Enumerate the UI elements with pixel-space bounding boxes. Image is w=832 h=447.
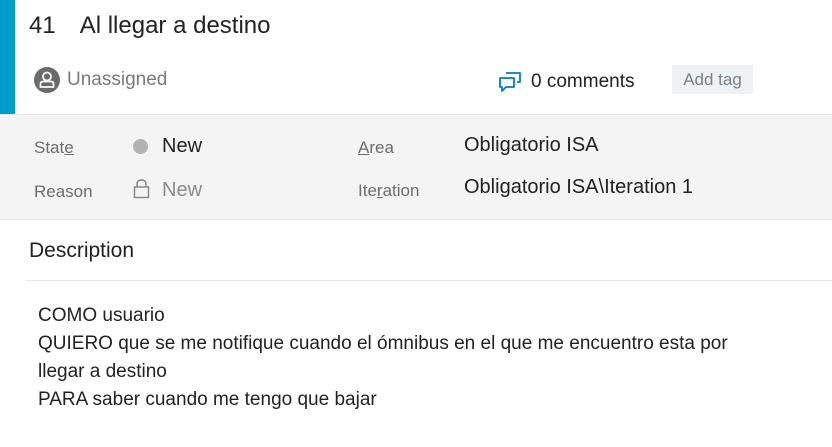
description-line: llegar a destino (38, 361, 167, 382)
user-avatar-icon (34, 67, 60, 93)
add-tag-button[interactable]: Add tag (672, 65, 753, 94)
work-item-title-row: 41 Al llegar a destino (29, 8, 270, 44)
description-line: QUIERO que se me notifique cuando el ómn… (38, 333, 728, 354)
lock-icon (133, 178, 150, 199)
description-editor[interactable]: COMO usuario QUIERO que se me notifique … (38, 302, 818, 414)
comments-count-label: 0 comments (531, 71, 635, 92)
work-item-type-color-bar (0, 0, 15, 114)
description-divider (26, 280, 832, 281)
reason-label: Reason (34, 182, 93, 201)
area-value[interactable]: Obligatorio ISA (464, 134, 599, 157)
iteration-value[interactable]: Obligatorio ISA\Iteration 1 (464, 176, 693, 199)
work-item-fields-panel (0, 114, 832, 220)
state-value[interactable]: New (162, 135, 202, 158)
comments-icon (498, 71, 522, 93)
state-indicator-icon (133, 139, 148, 154)
description-header: Description (29, 239, 135, 262)
iteration-label: Iteration (358, 181, 420, 200)
state-label: State (34, 138, 74, 157)
work-item-title[interactable]: Al llegar a destino (80, 12, 271, 40)
assigned-to-label: Unassigned (67, 69, 168, 90)
comments-link[interactable]: 0 comments (498, 68, 634, 96)
description-line: PARA saber cuando me tengo que bajar (38, 389, 377, 410)
description-line: COMO usuario (38, 305, 165, 326)
work-item-id: 41 (29, 12, 56, 39)
area-label: Area (358, 138, 394, 157)
reason-value: New (162, 179, 203, 201)
assigned-to-control[interactable]: Unassigned (34, 66, 167, 94)
